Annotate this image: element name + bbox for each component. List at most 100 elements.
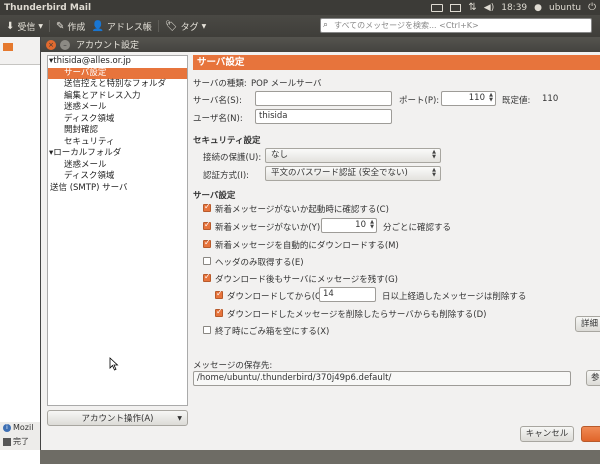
power-icon[interactable]: ⏻ bbox=[588, 2, 596, 13]
ok-button[interactable] bbox=[581, 426, 600, 442]
inbox-icon[interactable] bbox=[3, 43, 13, 51]
tree-item-smtp[interactable]: 送信 (SMTP) サーバ bbox=[48, 183, 187, 195]
delete-after-days-checkbox[interactable] bbox=[215, 289, 223, 299]
volume-icon[interactable]: ◀) bbox=[484, 3, 494, 13]
spinner-arrows-icon[interactable]: ▲ ▼ bbox=[370, 220, 374, 230]
main-toolbar: ⬇ 受信 ▼ ✎ 作成 👤 アドレス帳 🏷 タグ ▼ ⌕ すべてのメッセージを検… bbox=[0, 15, 600, 37]
delete-days-input[interactable]: 14 bbox=[319, 287, 376, 302]
network-icon[interactable]: ⇅ bbox=[468, 2, 476, 13]
tree-item-local-disk-space[interactable]: ディスク領域 bbox=[48, 171, 187, 183]
addressbook-label: アドレス帳 bbox=[106, 22, 152, 33]
account-tree[interactable]: ▾thisida@alles.or.jp サーバ設定 送信控えと特別なフォルダ … bbox=[47, 55, 188, 406]
tree-label: 開封確認 bbox=[64, 125, 99, 135]
mouse-pointer-icon bbox=[109, 357, 119, 371]
delete-days-suffix: 日以上経過したメッセージは削除する bbox=[382, 292, 527, 302]
tag-label: タグ bbox=[180, 22, 199, 33]
panel-header: サーバ設定 bbox=[193, 55, 600, 70]
leave-on-server-label[interactable]: ダウンロード後もサーバにメッセージを残す(G) bbox=[215, 273, 398, 285]
delete-sync-checkbox[interactable] bbox=[215, 307, 223, 317]
tree-label: セキュリティ bbox=[64, 136, 115, 147]
spinner-arrows-icon[interactable]: ▲ ▼ bbox=[489, 93, 493, 103]
chevron-down-icon: ▼ bbox=[177, 414, 182, 422]
storage-path-field[interactable]: /home/ubuntu/.thunderbird/370j49p6.defau… bbox=[193, 371, 571, 386]
username-input[interactable]: thisida bbox=[255, 109, 392, 124]
default-port-value: 110 bbox=[542, 94, 559, 104]
check-interval-value: 10 bbox=[355, 220, 366, 230]
status-text: 完了 bbox=[13, 437, 29, 446]
tree-item-junk[interactable]: 迷惑メール bbox=[48, 102, 187, 114]
tree-item-disk-space[interactable]: ディスク領域 bbox=[48, 114, 187, 126]
search-input[interactable]: ⌕ すべてのメッセージを検索... <Ctrl+K> bbox=[320, 18, 592, 33]
periodic-check-checkbox[interactable] bbox=[203, 220, 211, 230]
auth-method-label: 認証方式(I): bbox=[203, 171, 250, 181]
storage-label: メッセージの保存先: bbox=[193, 361, 273, 371]
security-heading: セキュリティ設定 bbox=[193, 136, 261, 146]
connection-security-select[interactable]: なし ▲ ▼ bbox=[265, 148, 441, 163]
tree-item-security[interactable]: セキュリティ bbox=[48, 137, 187, 149]
tree-item-composition[interactable]: 編集とアドレス入力 bbox=[48, 91, 187, 103]
empty-trash-label[interactable]: 終了時にごみ箱を空にする(X) bbox=[215, 325, 329, 337]
delete-sync-label[interactable]: ダウンロードしたメッセージを削除したらサーバからも削除する(D) bbox=[227, 308, 486, 320]
headers-only-checkbox[interactable] bbox=[203, 257, 211, 265]
delete-after-days-label[interactable]: ダウンロードしてから(O) bbox=[227, 290, 325, 302]
server-name-input[interactable] bbox=[255, 91, 392, 106]
empty-trash-checkbox[interactable] bbox=[203, 326, 211, 334]
default-port-label: 既定値: bbox=[502, 96, 531, 106]
server-settings-panel: サーバ設定 サーバの種類: POP メールサーバ サーバ名(S): ポート(P)… bbox=[193, 55, 600, 450]
advanced-button[interactable]: 詳細 bbox=[575, 316, 600, 332]
folder-list[interactable] bbox=[0, 64, 40, 464]
browse-button[interactable]: 参照 bbox=[586, 370, 600, 386]
search-placeholder: すべてのメッセージを検索... <Ctrl+K> bbox=[334, 21, 479, 30]
tree-item-local-junk[interactable]: 迷惑メール bbox=[48, 160, 187, 172]
minimize-icon[interactable]: – bbox=[60, 39, 70, 50]
mozilla-label: Mozil bbox=[13, 423, 34, 432]
tree-label: ディスク領域 bbox=[64, 171, 115, 181]
auth-method-select[interactable]: 平文のパスワード認証 (安全でない) ▲ ▼ bbox=[265, 166, 441, 181]
person-icon: 👤 bbox=[91, 20, 104, 32]
clock[interactable]: 18:39 bbox=[501, 3, 527, 13]
auto-download-label[interactable]: 新着メッセージを自動的にダウンロードする(M) bbox=[215, 239, 399, 251]
info-icon: i bbox=[3, 423, 11, 432]
leave-on-server-checkbox[interactable] bbox=[203, 272, 211, 282]
close-icon[interactable]: × bbox=[46, 39, 56, 50]
mail-icon[interactable] bbox=[450, 3, 462, 12]
startup-check-checkbox[interactable] bbox=[203, 202, 211, 212]
periodic-check-label[interactable]: 新着メッセージがないか(Y) bbox=[215, 221, 320, 233]
check-interval-input[interactable]: 10 ▲ ▼ bbox=[321, 218, 377, 233]
compose-button[interactable]: ✎ 作成 bbox=[56, 20, 85, 33]
tree-label: thisida@alles.or.jp bbox=[53, 56, 131, 66]
folder-pane bbox=[0, 37, 40, 464]
tree-label: ローカルフォルダ bbox=[53, 148, 122, 158]
tag-button[interactable]: 🏷 タグ ▼ bbox=[165, 20, 206, 33]
user-icon[interactable]: ● bbox=[534, 3, 542, 13]
tree-label: 送信控えと特別なフォルダ bbox=[64, 79, 167, 89]
tree-label: 送信 (SMTP) サーバ bbox=[50, 182, 128, 193]
username-label: ユーザ名(N): bbox=[193, 114, 243, 124]
account-actions-button[interactable]: アカウント操作(A) ▼ bbox=[47, 410, 188, 426]
port-input[interactable]: 110 ▲ ▼ bbox=[441, 91, 496, 106]
tree-label: 迷惑メール bbox=[64, 159, 107, 170]
startup-check-label[interactable]: 新着メッセージがないか起動時に確認する(C) bbox=[215, 203, 389, 215]
tree-label: 迷惑メール bbox=[64, 102, 107, 112]
port-label: ポート(P): bbox=[399, 96, 440, 106]
server-options-heading: サーバ設定 bbox=[193, 191, 236, 201]
headers-only-label[interactable]: ヘッダのみ取得する(E) bbox=[215, 256, 304, 268]
tree-item-local-folders[interactable]: ▾ローカルフォルダ bbox=[48, 148, 187, 160]
tree-item-return-receipts[interactable]: 開封確認 bbox=[48, 125, 187, 137]
server-type-value: POP メールサーバ bbox=[251, 79, 322, 89]
receive-button[interactable]: ⬇ 受信 ▼ bbox=[6, 20, 43, 33]
addressbook-button[interactable]: 👤 アドレス帳 bbox=[91, 20, 151, 33]
tree-item-copies-folders[interactable]: 送信控えと特別なフォルダ bbox=[48, 79, 187, 91]
chevron-updown-icon: ▲ ▼ bbox=[432, 149, 436, 160]
tree-item-server-settings[interactable]: サーバ設定 bbox=[48, 67, 187, 79]
user-name[interactable]: ubuntu bbox=[549, 3, 581, 13]
auto-download-checkbox[interactable] bbox=[203, 238, 211, 248]
receive-label: 受信 bbox=[17, 22, 36, 33]
account-actions-label: アカウント操作(A) bbox=[81, 414, 154, 424]
account-settings-dialog: × – アカウント設定 ▾thisida@alles.or.jp サーバ設定 送… bbox=[40, 37, 600, 450]
check-interval-suffix: 分ごとに確認する bbox=[383, 223, 452, 233]
cancel-button[interactable]: キャンセル bbox=[520, 426, 574, 442]
keyboard-icon[interactable] bbox=[431, 3, 444, 12]
chevron-down-icon[interactable]: ▼ bbox=[38, 23, 43, 30]
tree-item-account[interactable]: ▾thisida@alles.or.jp bbox=[48, 56, 187, 68]
